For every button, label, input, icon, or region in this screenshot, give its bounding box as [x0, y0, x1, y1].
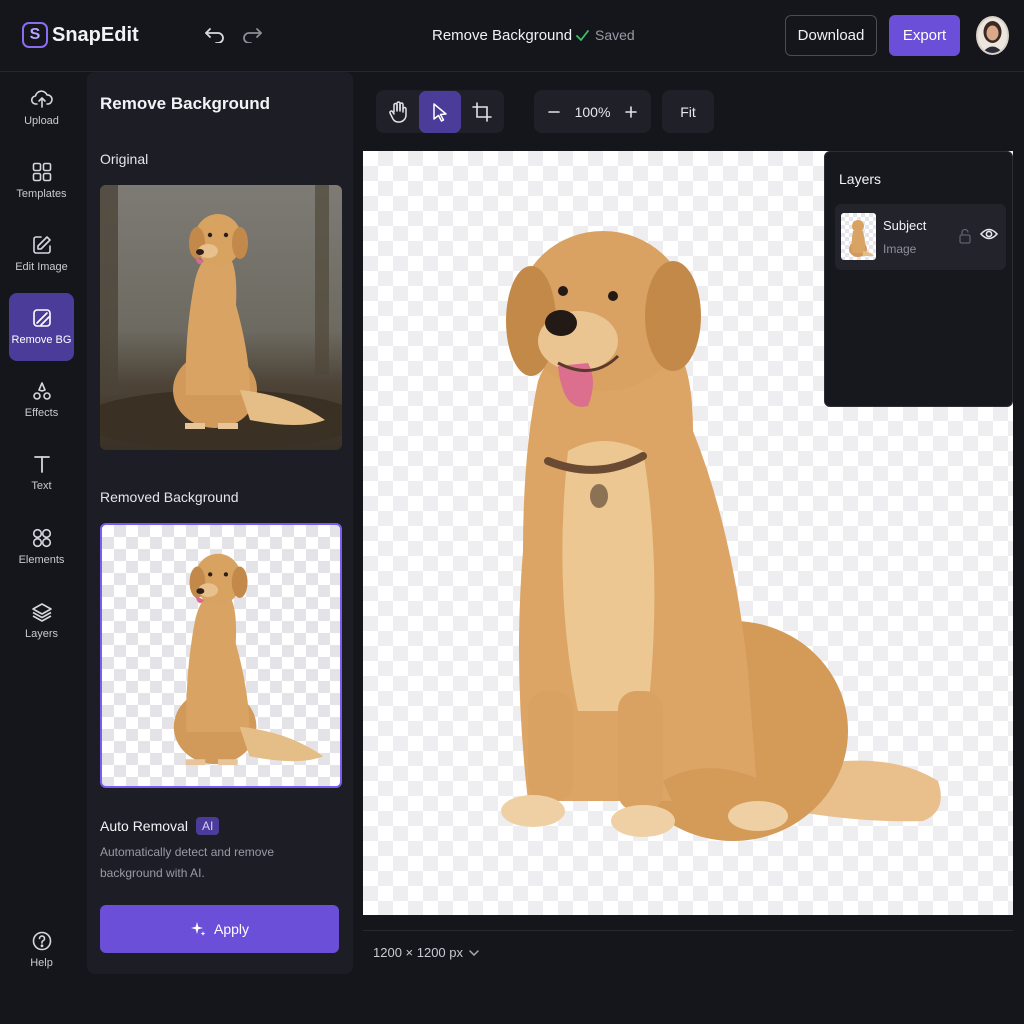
canvas-size-value: 1200 × 1200 px [373, 945, 463, 960]
original-image-thumbnail[interactable] [100, 185, 342, 450]
crop-icon [472, 101, 492, 122]
undo-button[interactable] [200, 20, 230, 50]
rail-label: Edit Image [15, 261, 68, 273]
fit-label: Fit [680, 103, 696, 120]
rail-label: Upload [24, 115, 59, 127]
remove-bg-icon [32, 309, 51, 327]
layer-visibility-toggle[interactable] [979, 227, 999, 246]
effects-icon [32, 382, 51, 400]
export-button[interactable]: Export [889, 15, 960, 56]
edit-image-icon [32, 236, 51, 254]
save-status-text: Saved [595, 27, 635, 43]
help-icon [32, 931, 51, 951]
layer-dog-thumbnail-image [849, 220, 874, 257]
top-bar: S SnapEdit Remove Background Saved Downl… [0, 0, 1024, 72]
remove-background-panel: Remove Background Original Removed Backg… [87, 72, 353, 974]
layer-type: Image [883, 242, 917, 256]
layers-icon [31, 603, 52, 622]
rail-label: Effects [24, 407, 59, 419]
apply-button[interactable]: Apply [100, 905, 339, 953]
unlock-icon [959, 228, 971, 244]
checkmark-icon [576, 29, 589, 41]
rail-item-remove-bg[interactable]: Remove BG [9, 293, 74, 361]
layers-title: Layers [839, 171, 882, 187]
logo-icon: S [22, 22, 48, 48]
auto-removal-header: Auto Removal AI [100, 817, 220, 835]
rail-label: Layers [24, 628, 59, 640]
upload-icon [30, 90, 53, 108]
hand-tool-button[interactable] [377, 91, 419, 133]
redo-button[interactable] [237, 20, 267, 50]
rail-item-templates[interactable]: Templates [9, 147, 74, 215]
save-status: Saved [576, 27, 635, 43]
rail-label: Help [30, 957, 53, 969]
zoom-out-button[interactable] [540, 91, 568, 133]
layers-panel: Layers Subject Image [824, 151, 1013, 407]
crop-tool-button[interactable] [461, 91, 503, 133]
layer-name: Subject [883, 218, 927, 233]
panel-title: Remove Background [100, 94, 271, 113]
elements-icon [32, 528, 51, 548]
sparkle-icon [190, 922, 206, 936]
rail-label: Elements [18, 554, 65, 566]
select-pointer-icon [433, 102, 447, 122]
rail-label: Templates [16, 188, 67, 200]
layer-item[interactable]: Subject Image [835, 204, 1006, 270]
ai-badge: AI [195, 817, 220, 835]
fit-button[interactable]: Fit [662, 90, 714, 133]
rail-item-text[interactable]: Text [9, 439, 74, 507]
layer-lock-toggle[interactable] [959, 228, 971, 249]
zoom-control: 100% [534, 90, 651, 133]
canvas-footer-divider [363, 930, 1013, 931]
app-name: SnapEdit [52, 24, 139, 46]
tool-group [376, 90, 504, 133]
plus-icon [625, 105, 637, 118]
rail-item-help[interactable]: Help [9, 920, 74, 980]
select-tool-button[interactable] [419, 90, 461, 133]
eye-icon [979, 228, 999, 240]
rail-label: Remove BG [11, 334, 72, 346]
document-title: Remove Background [432, 27, 573, 44]
rail-item-edit-image[interactable]: Edit Image [9, 220, 74, 288]
rail-item-layers[interactable]: Layers [9, 587, 74, 655]
user-avatar[interactable] [976, 16, 1009, 55]
redo-icon [243, 28, 262, 43]
layer-thumbnail [841, 213, 876, 260]
rail-item-elements[interactable]: Elements [9, 513, 74, 581]
removed-background-label: Removed Background [100, 489, 239, 505]
apply-label: Apply [213, 921, 250, 937]
original-label: Original [100, 151, 149, 167]
canvas-size-selector[interactable]: 1200 × 1200 px [373, 945, 479, 960]
removed-background-thumbnail[interactable] [100, 523, 342, 788]
rail-item-effects[interactable]: Effects [9, 366, 74, 434]
auto-removal-description: Automatically detect and remove backgrou… [100, 845, 275, 880]
rail-item-upload[interactable]: Upload [9, 74, 74, 142]
auto-removal-title: Auto Removal [100, 818, 188, 834]
templates-icon [32, 162, 51, 182]
download-button[interactable]: Download [785, 15, 877, 56]
zoom-in-button[interactable] [617, 91, 645, 133]
rail-label: Text [31, 480, 52, 492]
undo-icon [205, 28, 224, 43]
hand-icon [389, 100, 407, 123]
cutout-dog-image [173, 553, 324, 766]
text-icon [33, 456, 50, 473]
chevron-down-icon [469, 949, 479, 956]
avatar-portrait-icon [978, 18, 1007, 53]
original-photo-dog-image [100, 185, 342, 450]
minus-icon [548, 110, 560, 113]
zoom-level: 100% [574, 103, 611, 120]
tool-rail: Upload Templates Edit Image Remove BG Ef… [0, 72, 84, 1024]
